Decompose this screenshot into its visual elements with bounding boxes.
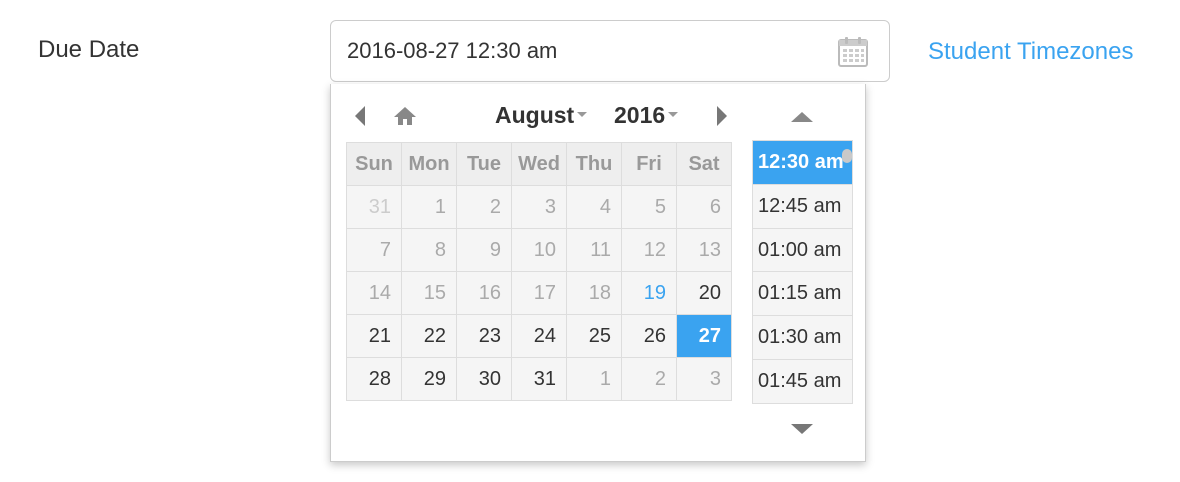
- day-cell[interactable]: 3: [676, 357, 732, 401]
- chevron-down-icon: [668, 112, 679, 118]
- day-cell[interactable]: 16: [456, 271, 512, 315]
- due-date-field[interactable]: [330, 20, 890, 82]
- year-label: 2016: [614, 102, 666, 128]
- day-cell[interactable]: 28: [346, 357, 402, 401]
- day-cell[interactable]: 15: [401, 271, 457, 315]
- weekday-header: Thu: [566, 142, 622, 186]
- day-cell[interactable]: 9: [456, 228, 512, 272]
- day-cell[interactable]: 2: [621, 357, 677, 401]
- week-row: 21 22 23 24 25 26 27: [346, 314, 732, 358]
- day-cell[interactable]: 21: [346, 314, 402, 358]
- week-row: 14 15 16 17 18 19 20: [346, 271, 732, 315]
- day-cell-selected[interactable]: 27: [676, 314, 732, 358]
- day-cell[interactable]: 4: [566, 185, 622, 229]
- weekday-header: Sun: [346, 142, 402, 186]
- chevron-down-icon: [577, 112, 588, 118]
- day-cell[interactable]: 1: [566, 357, 622, 401]
- time-option[interactable]: 01:00 am: [753, 229, 852, 273]
- day-cell[interactable]: 31: [346, 185, 402, 229]
- student-timezones-link[interactable]: Student Timezones: [928, 38, 1133, 66]
- due-date-input[interactable]: [347, 21, 817, 81]
- day-cell[interactable]: 11: [566, 228, 622, 272]
- chevron-left-icon[interactable]: [353, 104, 367, 128]
- calendar-icon[interactable]: [837, 36, 869, 68]
- weekday-header: Sat: [676, 142, 732, 186]
- day-cell[interactable]: 29: [401, 357, 457, 401]
- day-cell[interactable]: 7: [346, 228, 402, 272]
- day-cell[interactable]: 10: [511, 228, 567, 272]
- triangle-up-icon[interactable]: [789, 110, 815, 124]
- day-cell[interactable]: 3: [511, 185, 567, 229]
- time-option[interactable]: 12:45 am: [753, 185, 852, 229]
- day-cell[interactable]: 8: [401, 228, 457, 272]
- calendar-grid: Sun Mon Tue Wed Thu Fri Sat 31 1 2 3 4 5…: [346, 142, 732, 401]
- day-cell[interactable]: 13: [676, 228, 732, 272]
- day-cell[interactable]: 24: [511, 314, 567, 358]
- datetime-picker: August 2016 Sun Mon Tue Wed Thu Fri Sat …: [330, 84, 866, 462]
- day-cell[interactable]: 17: [511, 271, 567, 315]
- day-cell[interactable]: 23: [456, 314, 512, 358]
- day-cell[interactable]: 2: [456, 185, 512, 229]
- day-cell[interactable]: 26: [621, 314, 677, 358]
- weekday-header: Fri: [621, 142, 677, 186]
- day-cell-today[interactable]: 19: [621, 271, 677, 315]
- month-select[interactable]: August: [495, 102, 588, 129]
- day-cell[interactable]: 18: [566, 271, 622, 315]
- triangle-down-icon[interactable]: [789, 422, 815, 436]
- weekday-header: Tue: [456, 142, 512, 186]
- weekday-header-row: Sun Mon Tue Wed Thu Fri Sat: [346, 142, 732, 186]
- day-cell[interactable]: 22: [401, 314, 457, 358]
- weekday-header: Mon: [401, 142, 457, 186]
- time-list-scrollbar[interactable]: [842, 149, 852, 163]
- time-option[interactable]: 01:15 am: [753, 272, 852, 317]
- day-cell[interactable]: 6: [676, 185, 732, 229]
- time-list[interactable]: 12:30 am 12:45 am 01:00 am 01:15 am 01:3…: [752, 140, 853, 404]
- day-cell[interactable]: 12: [621, 228, 677, 272]
- time-option[interactable]: 01:30 am: [753, 316, 852, 360]
- time-option-selected[interactable]: 12:30 am: [753, 141, 852, 185]
- day-cell[interactable]: 1: [401, 185, 457, 229]
- time-option[interactable]: 01:45 am: [753, 360, 852, 403]
- week-row: 31 1 2 3 4 5 6: [346, 185, 732, 229]
- year-select[interactable]: 2016: [614, 102, 679, 129]
- week-row: 28 29 30 31 1 2 3: [346, 357, 732, 401]
- day-cell[interactable]: 30: [456, 357, 512, 401]
- day-cell[interactable]: 5: [621, 185, 677, 229]
- weekday-header: Wed: [511, 142, 567, 186]
- due-date-label: Due Date: [38, 36, 140, 63]
- chevron-right-icon[interactable]: [715, 104, 729, 128]
- day-cell[interactable]: 14: [346, 271, 402, 315]
- day-cell[interactable]: 25: [566, 314, 622, 358]
- week-row: 7 8 9 10 11 12 13: [346, 228, 732, 272]
- home-icon[interactable]: [391, 104, 419, 128]
- day-cell[interactable]: 20: [676, 271, 732, 315]
- month-label: August: [495, 102, 575, 128]
- day-cell[interactable]: 31: [511, 357, 567, 401]
